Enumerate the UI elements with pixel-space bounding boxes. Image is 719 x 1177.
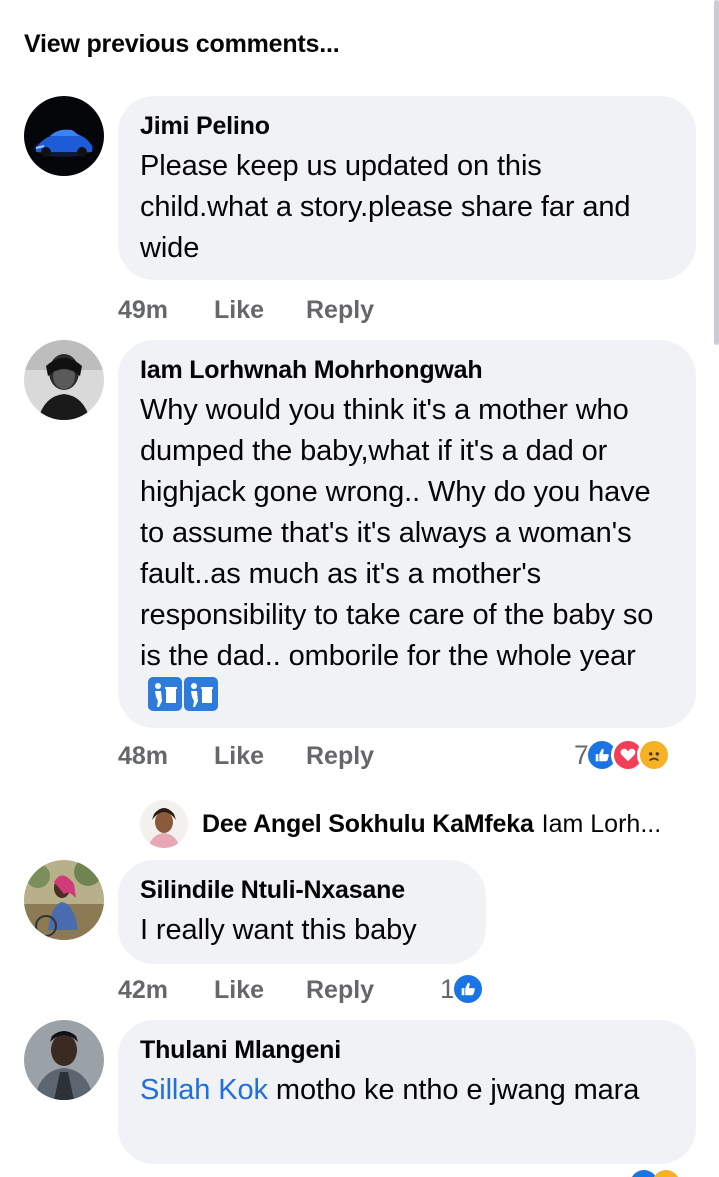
comment-timestamp[interactable]: 49m xyxy=(118,296,214,325)
like-button[interactable]: Like xyxy=(214,742,306,771)
reaction-summary[interactable]: 1 xyxy=(440,972,486,1006)
comment: Silindile Ntuli-Nxasane I really want th… xyxy=(24,860,697,970)
wastebasket-emoji xyxy=(184,677,218,711)
comment-text-body: motho ke ntho e jwang mara xyxy=(267,1074,640,1106)
sad-icon xyxy=(637,738,672,772)
reply-button[interactable]: Reply xyxy=(306,742,402,771)
reply-button[interactable]: Reply xyxy=(306,296,402,325)
reaction-summary[interactable] xyxy=(630,1170,680,1177)
comment-bubble: Thulani Mlangeni Sillah Kok motho ke nth… xyxy=(118,1020,696,1164)
avatar[interactable] xyxy=(24,1020,104,1100)
sad-icon xyxy=(652,1170,680,1177)
comment-timestamp[interactable]: 42m xyxy=(118,976,214,1005)
comment-bubble: Iam Lorhwnah Mohrhongwah Why would you t… xyxy=(118,340,696,728)
comment-author[interactable]: Iam Lorhwnah Mohrhongwah xyxy=(140,354,672,386)
comment-text: Why would you think it's a mother who du… xyxy=(140,390,672,718)
comment-text-body: Why would you think it's a mother who du… xyxy=(140,394,654,672)
avatar[interactable] xyxy=(140,800,188,848)
comment-timestamp[interactable]: 48m xyxy=(118,742,214,771)
comment-author[interactable]: Jimi Pelino xyxy=(140,110,672,142)
mention-link[interactable]: Sillah Kok xyxy=(140,1074,268,1106)
reply-button[interactable]: Reply xyxy=(306,976,402,1005)
comment-author[interactable]: Silindile Ntuli-Nxasane xyxy=(140,874,462,906)
comment-text: Please keep us updated on this child.wha… xyxy=(140,150,631,264)
comment-actions: 49m Like Reply xyxy=(118,296,402,325)
like-button[interactable]: Like xyxy=(214,296,306,325)
comment-actions: 42m Like Reply xyxy=(118,976,402,1005)
like-icon xyxy=(451,972,486,1006)
comment-text: Sillah Kok motho ke ntho e jwang mara xyxy=(140,1070,672,1111)
reply-snippet: Iam Lorh... xyxy=(541,809,662,838)
reply-author[interactable]: Dee Angel Sokhulu KaMfeka xyxy=(202,810,534,839)
comment-text: I really want this baby xyxy=(140,914,417,946)
comment-bubble: Silindile Ntuli-Nxasane I really want th… xyxy=(118,860,486,964)
scrollbar[interactable] xyxy=(714,0,719,345)
comment-bubble: Jimi Pelino Please keep us updated on th… xyxy=(118,96,696,280)
avatar[interactable] xyxy=(24,860,104,940)
view-previous-comments-link[interactable]: View previous comments... xyxy=(24,30,340,59)
comment-actions: 48m Like Reply xyxy=(118,742,402,771)
comment: Iam Lorhwnah Mohrhongwah Why would you t… xyxy=(24,340,697,740)
wastebasket-emoji xyxy=(148,677,182,711)
avatar[interactable] xyxy=(24,96,104,176)
nested-reply-preview[interactable]: Dee Angel Sokhulu KaMfeka Iam Lorh... xyxy=(140,800,661,848)
comment: Thulani Mlangeni Sillah Kok motho ke nth… xyxy=(24,1020,697,1170)
avatar[interactable] xyxy=(24,340,104,420)
reaction-summary[interactable]: 7 xyxy=(574,738,672,772)
comment-author[interactable]: Thulani Mlangeni xyxy=(140,1034,672,1066)
like-button[interactable]: Like xyxy=(214,976,306,1005)
